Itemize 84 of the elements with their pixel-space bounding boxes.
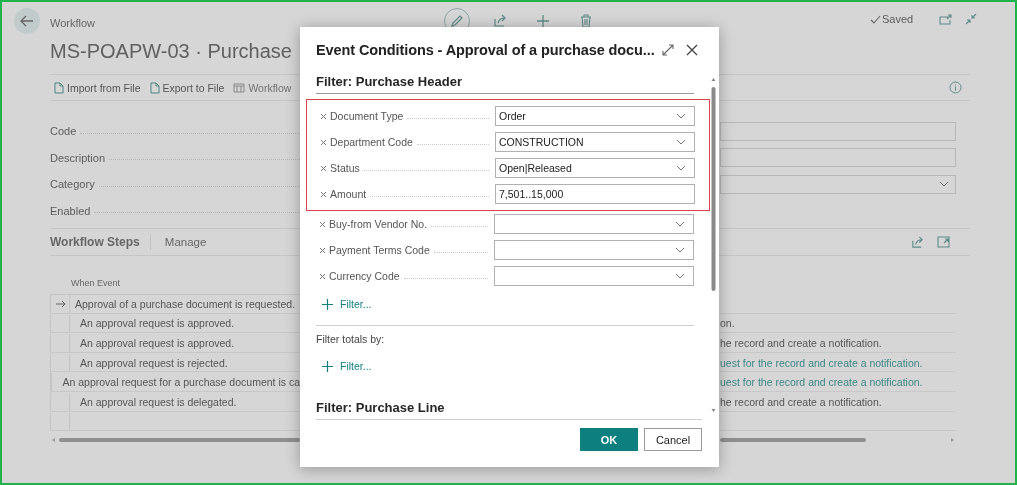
dialog-title: Event Conditions - Approval of a purchase docu... xyxy=(316,42,655,58)
filter-label: Payment Terms Code xyxy=(329,244,430,256)
remove-icon[interactable] xyxy=(320,190,327,198)
section-heading: Filter: Purchase Line xyxy=(316,399,702,420)
totals-label: Filter totals by: xyxy=(316,332,386,346)
ok-button[interactable]: OK xyxy=(580,428,638,451)
plus-icon xyxy=(536,14,550,28)
scrollbar[interactable] xyxy=(720,436,956,445)
input-field[interactable] xyxy=(720,121,956,141)
chevron-down-icon xyxy=(939,181,949,188)
remove-icon[interactable] xyxy=(320,138,327,146)
section-heading: Filter: Purchase Header xyxy=(316,73,694,94)
filter-label: Document Type xyxy=(330,110,404,122)
table-cell[interactable]: he record and create a notification. xyxy=(720,395,882,408)
chevron-down-icon xyxy=(676,165,686,171)
remove-icon[interactable] xyxy=(320,164,327,172)
back-button[interactable] xyxy=(14,8,40,34)
table-cell[interactable]: An approval request for a purchase document is ca xyxy=(62,376,300,389)
dropdown-field[interactable]: Order xyxy=(495,106,695,126)
add-filter-link[interactable]: Filter... xyxy=(322,354,372,378)
info-icon[interactable] xyxy=(949,81,962,94)
scrollbar[interactable] xyxy=(50,436,300,445)
expand-icon[interactable] xyxy=(937,236,950,248)
filter-label: Amount xyxy=(330,188,367,200)
field-label: Enabled xyxy=(50,204,91,217)
remove-icon[interactable] xyxy=(319,246,326,254)
field-label: Code xyxy=(50,125,77,138)
back-arrow-icon xyxy=(20,15,34,27)
table-cell[interactable]: on. xyxy=(720,317,735,330)
open-new-window-icon xyxy=(938,13,952,25)
table-cell[interactable]: he record and create a notification. xyxy=(720,337,882,349)
dropdown-field[interactable] xyxy=(494,214,694,234)
chevron-down-icon xyxy=(676,139,686,145)
trash-icon xyxy=(580,14,592,28)
share-icon[interactable] xyxy=(911,235,924,249)
add-filter-link[interactable]: Filter... xyxy=(322,292,372,316)
check-icon xyxy=(870,15,881,24)
input-field[interactable] xyxy=(720,148,956,168)
action-button[interactable]: Import from File xyxy=(54,81,141,94)
table-cell[interactable]: An approval request is approved. xyxy=(80,317,235,330)
share-icon xyxy=(493,14,507,28)
plus-icon xyxy=(322,298,333,310)
close-icon xyxy=(686,44,699,56)
chevron-down-icon xyxy=(675,273,685,279)
dropdown-field[interactable] xyxy=(494,240,694,260)
remove-icon[interactable] xyxy=(319,220,326,228)
dropdown-field[interactable] xyxy=(720,174,956,194)
table-cell[interactable]: An approval request is delegated. xyxy=(80,395,237,408)
filter-label: Status xyxy=(330,162,360,174)
chevron-down-icon xyxy=(675,221,685,227)
pencil-icon xyxy=(450,14,464,28)
remove-icon[interactable] xyxy=(319,272,326,280)
dropdown-field[interactable]: CONSTRUCTION xyxy=(495,132,695,152)
document-icon xyxy=(54,81,64,94)
table-cell[interactable]: An approval request is approved. xyxy=(80,337,235,349)
scrollbar[interactable] xyxy=(710,77,717,413)
action-button[interactable]: Export to File xyxy=(149,81,225,94)
saved-status: Saved xyxy=(882,12,914,27)
table-cell[interactable]: uest for the record and create a notification. xyxy=(720,376,923,389)
plus-icon xyxy=(322,360,333,372)
chevron-down-icon xyxy=(676,113,686,119)
chevron-down-icon xyxy=(675,247,685,253)
document-icon xyxy=(149,81,160,94)
filter-label: Currency Code xyxy=(329,270,400,282)
filter-label: Department Code xyxy=(330,136,413,148)
collapse-icon xyxy=(965,13,978,25)
column-header: When Event xyxy=(70,278,122,290)
remove-icon[interactable] xyxy=(320,112,327,120)
open-new-window-button[interactable] xyxy=(937,11,954,27)
table-cell[interactable]: An approval request is rejected. xyxy=(80,356,228,369)
filter-label: Buy-from Vendor No. xyxy=(329,218,428,230)
tab[interactable]: Manage xyxy=(164,236,207,248)
dropdown-field[interactable] xyxy=(494,266,694,286)
cancel-button[interactable]: Cancel xyxy=(644,428,702,451)
dropdown-field[interactable]: Open|Released xyxy=(495,158,695,178)
input-field[interactable]: 7,501..15,000 xyxy=(495,184,695,204)
expand-icon xyxy=(662,44,675,56)
breadcrumb: Workflow xyxy=(50,16,96,30)
table-cell[interactable]: uest for the record and create a notification. xyxy=(720,356,923,369)
page-title: MS-POAPW-03 · Purchase xyxy=(50,39,292,64)
tab[interactable]: Workflow Steps xyxy=(50,235,140,249)
field-label: Description xyxy=(50,151,106,164)
grid-icon xyxy=(233,82,246,93)
field-label: Category xyxy=(50,178,95,191)
